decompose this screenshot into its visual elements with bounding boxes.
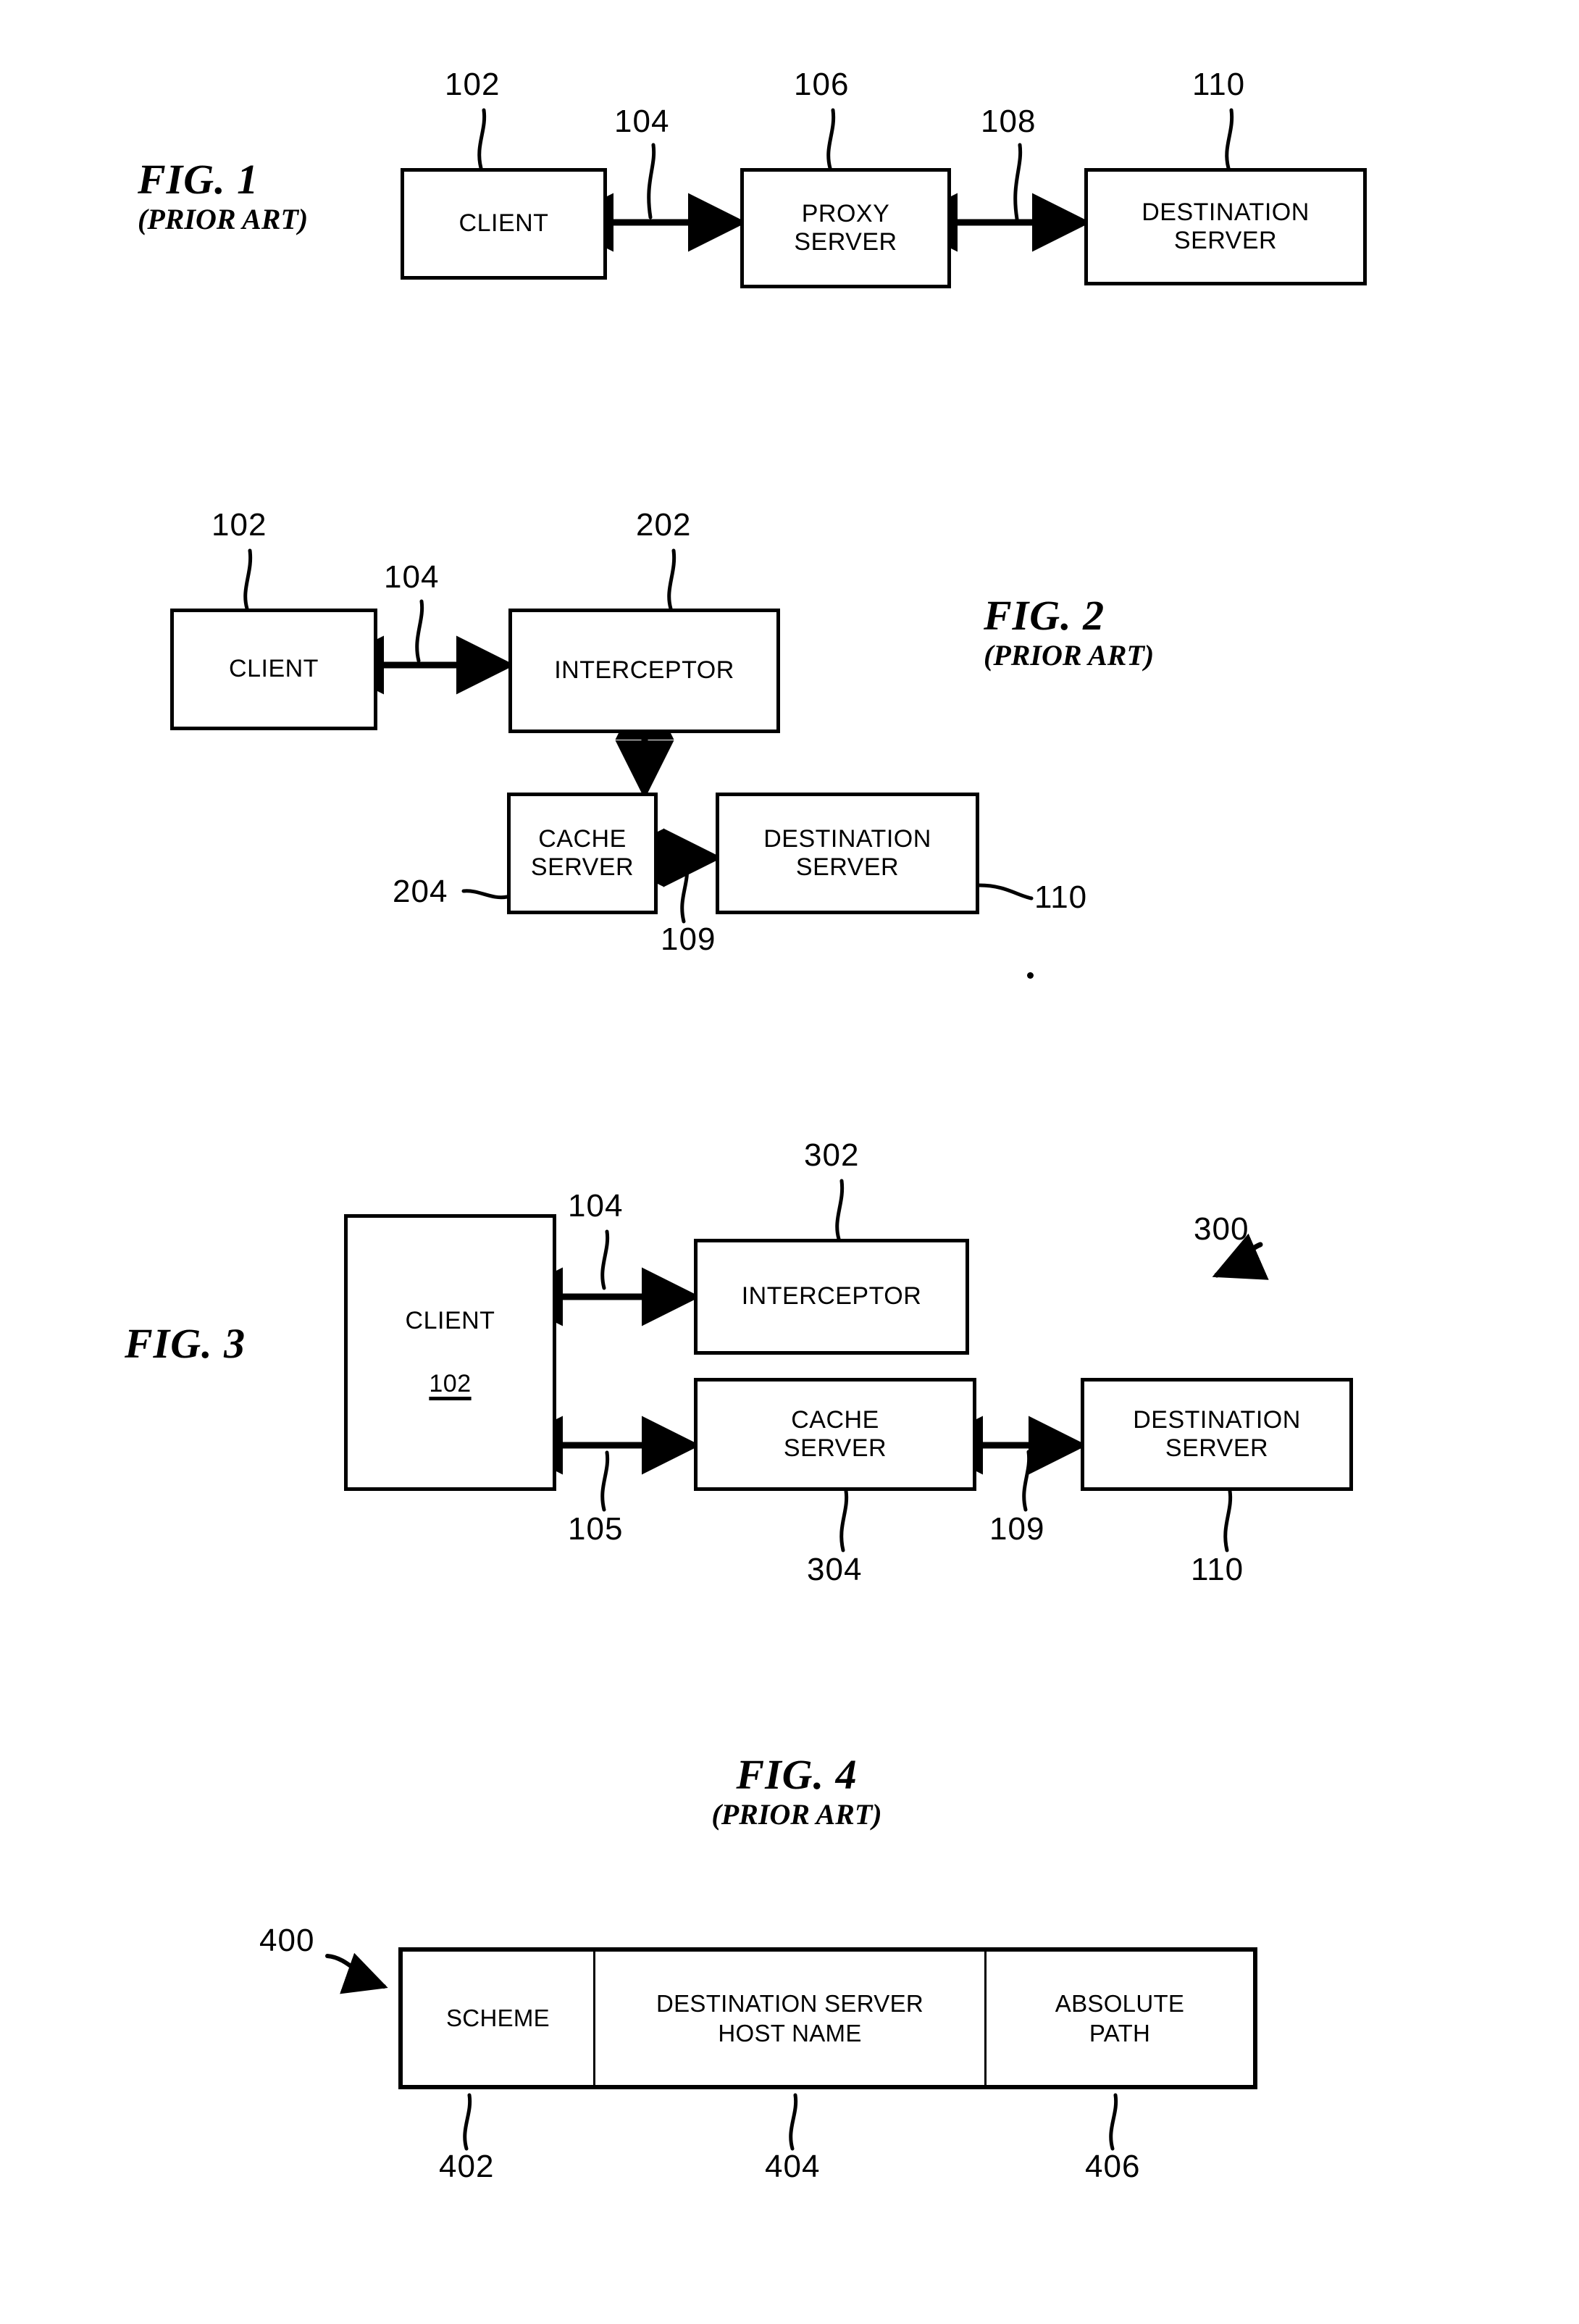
ref-numeral-102-fig2: 102 xyxy=(211,507,267,543)
fig3-destination-label-line1: DESTINATION xyxy=(1133,1405,1301,1434)
fig1-title: FIG. 1 xyxy=(138,156,259,203)
fig4-cell-scheme: SCHEME xyxy=(403,1952,595,2085)
fig4-host-label-line2: HOST NAME xyxy=(718,2020,862,2047)
fig1-subtitle: (PRIOR ART) xyxy=(138,202,309,235)
fig2-interceptor-box: INTERCEPTOR xyxy=(508,609,780,733)
fig2-cache-label-line2: SERVER xyxy=(530,853,634,881)
ref-numeral-300-fig3: 300 xyxy=(1194,1211,1249,1247)
fig3-destination-server-box: DESTINATION SERVER xyxy=(1081,1378,1353,1491)
scan-artifact-dot xyxy=(1027,972,1034,979)
ref-numeral-400-fig4: 400 xyxy=(259,1923,315,1958)
ref-numeral-402-fig4: 402 xyxy=(439,2149,495,2184)
fig3-client-label: CLIENT xyxy=(405,1306,495,1334)
fig4-path-label-line2: PATH xyxy=(1089,2020,1151,2047)
fig1-proxy-label-line1: PROXY xyxy=(801,199,890,227)
fig1-destination-server-box: DESTINATION SERVER xyxy=(1084,168,1367,285)
fig2-interceptor-label: INTERCEPTOR xyxy=(554,656,734,685)
ref-numeral-110-fig1: 110 xyxy=(1192,67,1246,102)
ref-numeral-110-fig2: 110 xyxy=(1034,879,1088,915)
fig2-client-box: CLIENT xyxy=(170,609,377,730)
fig1-destination-label-line2: SERVER xyxy=(1173,227,1278,254)
fig4-subtitle: (PRIOR ART) xyxy=(711,1797,882,1831)
fig4-cell-absolute-path: ABSOLUTE PATH xyxy=(987,1952,1253,2085)
fig1-proxy-label-line2: SERVER xyxy=(794,228,897,256)
fig3-client-ref: 102 xyxy=(429,1370,472,1397)
ref-numeral-404-fig4: 404 xyxy=(765,2149,821,2184)
fig2-client-label: CLIENT xyxy=(229,655,319,683)
fig3-destination-label-line2: SERVER xyxy=(1165,1434,1269,1462)
ref-numeral-406-fig4: 406 xyxy=(1085,2149,1141,2184)
fig2-destination-label-line2: SERVER xyxy=(795,853,900,881)
fig1-client-label: CLIENT xyxy=(458,209,549,238)
fig2-destination-label-line1: DESTINATION xyxy=(763,824,931,853)
fig1-title-block: FIG. 1 (PRIOR ART) xyxy=(138,156,309,237)
ref-numeral-106-fig1: 106 xyxy=(794,67,850,102)
fig2-subtitle: (PRIOR ART) xyxy=(984,638,1155,672)
ref-numeral-302-fig3: 302 xyxy=(804,1137,860,1173)
fig1-proxy-server-box: PROXY SERVER xyxy=(740,168,951,288)
fig3-cache-label-line2: SERVER xyxy=(783,1434,887,1462)
fig3-title: FIG. 3 xyxy=(125,1320,246,1367)
ref-numeral-105-fig3: 105 xyxy=(568,1511,624,1547)
fig4-host-label-line1: DESTINATION SERVER xyxy=(656,1989,924,2017)
fig3-cache-server-box: CACHE SERVER xyxy=(694,1378,976,1491)
fig4-scheme-label: SCHEME xyxy=(446,2005,550,2032)
ref-numeral-108-fig1: 108 xyxy=(981,104,1036,139)
fig3-title-block: FIG. 3 xyxy=(125,1320,246,1367)
ref-numeral-104-fig3: 104 xyxy=(568,1188,624,1224)
fig3-interceptor-box: INTERCEPTOR xyxy=(694,1239,969,1355)
fig2-title: FIG. 2 xyxy=(984,592,1105,639)
ref-numeral-109-fig2: 109 xyxy=(661,921,716,957)
ref-numeral-109-fig3: 109 xyxy=(989,1511,1045,1547)
fig3-cache-label-line1: CACHE xyxy=(791,1405,879,1434)
fig2-title-block: FIG. 2 (PRIOR ART) xyxy=(984,592,1155,673)
ref-numeral-104-fig1: 104 xyxy=(614,104,670,139)
fig1-destination-label-line1: DESTINATION xyxy=(1142,198,1310,226)
fig2-cache-label-line1: CACHE xyxy=(538,824,627,853)
fig4-title-block: FIG. 4 (PRIOR ART) xyxy=(637,1751,956,1832)
fig3-client-box: CLIENT 102 xyxy=(344,1214,556,1491)
fig3-interceptor-label: INTERCEPTOR xyxy=(741,1282,922,1311)
fig4-url-structure-table: SCHEME DESTINATION SERVER HOST NAME ABSO… xyxy=(398,1947,1257,2089)
fig1-client-box: CLIENT xyxy=(401,168,607,280)
ref-numeral-304-fig3: 304 xyxy=(807,1552,863,1587)
fig4-title: FIG. 4 xyxy=(736,1751,858,1798)
ref-numeral-102-fig1: 102 xyxy=(445,67,500,102)
fig4-cell-host-name: DESTINATION SERVER HOST NAME xyxy=(595,1952,987,2085)
fig4-path-label-line1: ABSOLUTE xyxy=(1055,1989,1185,2017)
fig2-destination-server-box: DESTINATION SERVER xyxy=(716,793,979,914)
ref-numeral-110-fig3: 110 xyxy=(1191,1552,1244,1587)
ref-numeral-202-fig2: 202 xyxy=(636,507,692,543)
ref-numeral-204-fig2: 204 xyxy=(393,874,448,909)
patent-drawing-sheet: FIG. 1 (PRIOR ART) 102 104 106 108 110 C… xyxy=(0,0,1579,2324)
fig2-cache-server-box: CACHE SERVER xyxy=(507,793,658,914)
ref-numeral-104-fig2: 104 xyxy=(384,559,440,595)
